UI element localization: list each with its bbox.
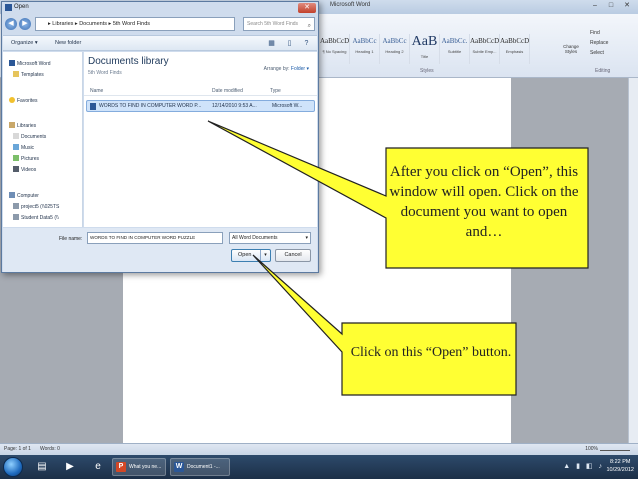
callout-2-text: Click on this “Open” button. (350, 345, 512, 360)
callout-2-shape (252, 254, 517, 396)
callout-1-text: After you click on “Open”, this window w… (389, 164, 579, 240)
